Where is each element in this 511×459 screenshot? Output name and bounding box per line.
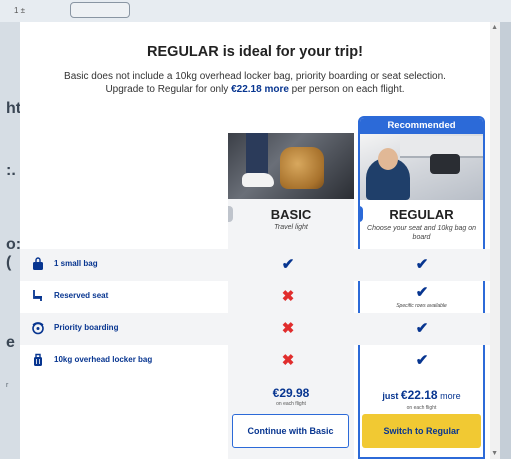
basic-price-note: on each flight bbox=[276, 401, 306, 407]
regular-price-block: just €22.18 more on each flight bbox=[358, 386, 485, 411]
background-passenger-count: 1 ± bbox=[14, 6, 26, 15]
modal-title: REGULAR is ideal for your trip! bbox=[147, 44, 363, 60]
background-left-strip: ht :. o:( e r bbox=[0, 22, 22, 459]
feature-label: 10kg overhead locker bag bbox=[54, 355, 153, 364]
photo-detail bbox=[430, 154, 460, 174]
feature-row-overhead-bag: 10kg overhead locker bag ✖ ✔ bbox=[20, 345, 490, 377]
basic-price: €29.98 bbox=[272, 386, 310, 400]
modal-scrollbar[interactable]: ▲ ▼ bbox=[490, 22, 500, 459]
background-right-strip bbox=[500, 22, 511, 459]
subtitle-text: Upgrade to Regular for only bbox=[105, 84, 232, 95]
regular-price-prefix: just bbox=[382, 391, 401, 401]
background-text-fragment: ht bbox=[6, 100, 22, 117]
photo-detail bbox=[246, 133, 268, 175]
basic-included-check-icon: ✔ bbox=[281, 256, 295, 273]
feature-label: Reserved seat bbox=[54, 291, 109, 300]
feature-row-priority-boarding: Priority boarding ✖ ✔ bbox=[20, 313, 490, 345]
basic-plan-photo bbox=[228, 133, 354, 199]
basic-not-included-cross-icon: ✖ bbox=[281, 320, 295, 337]
background-header: 1 ± bbox=[0, 0, 511, 22]
priority-boarding-icon bbox=[30, 321, 46, 337]
basic-plan-name: BASIC bbox=[270, 207, 312, 222]
regular-included-check-icon: ✔ bbox=[415, 320, 429, 337]
modal-subtitle: Basic does not include a 10kg overhead l… bbox=[40, 70, 470, 96]
basic-plan-description: Travel light bbox=[274, 224, 308, 231]
regular-included-check-icon: ✔ bbox=[415, 256, 429, 273]
photo-detail bbox=[280, 147, 324, 189]
regular-plan-description: Choose your seat and 10kg bag on board bbox=[367, 225, 476, 241]
basic-price-block: €29.98 on each flight bbox=[228, 386, 354, 407]
feature-label: 1 small bag bbox=[54, 259, 98, 268]
overhead-bag-icon bbox=[30, 353, 46, 369]
background-text-fragment: :. bbox=[6, 162, 16, 179]
photo-detail bbox=[242, 173, 274, 187]
upsell-modal: ▲ ▼ REGULAR is ideal for your trip! Basi… bbox=[20, 22, 500, 459]
background-text-fragment: e bbox=[6, 334, 15, 351]
small-bag-icon bbox=[30, 257, 46, 273]
feature-label: Priority boarding bbox=[54, 323, 119, 332]
regular-plan-name: REGULAR bbox=[389, 207, 454, 222]
seat-icon bbox=[30, 289, 46, 305]
upgrade-price: €22.18 more bbox=[231, 84, 289, 95]
continue-with-basic-button[interactable]: Continue with Basic bbox=[232, 414, 349, 448]
photo-detail bbox=[378, 148, 398, 170]
regular-price-line: just €22.18 more bbox=[358, 386, 485, 404]
switch-to-regular-button[interactable]: Switch to Regular bbox=[362, 414, 481, 448]
subtitle-line-2: Upgrade to Regular for only €22.18 more … bbox=[40, 83, 470, 96]
basic-not-included-cross-icon: ✖ bbox=[281, 288, 295, 305]
subtitle-line-1: Basic does not include a 10kg overhead l… bbox=[64, 71, 446, 82]
recommended-badge: Recommended bbox=[360, 118, 483, 134]
regular-price-suffix: more bbox=[437, 391, 461, 401]
subtitle-text: per person on each flight. bbox=[288, 84, 405, 95]
regular-included-check-icon: ✔ bbox=[415, 284, 429, 301]
feature-row-small-bag: 1 small bag ✔ ✔ bbox=[20, 249, 490, 281]
scroll-down-arrow-icon[interactable]: ▼ bbox=[491, 450, 498, 457]
regular-price-note: on each flight bbox=[406, 405, 437, 411]
feature-row-reserved-seat: Reserved seat ✖ ✔ Specific rows availabl… bbox=[20, 281, 490, 313]
background-text-fragment: r bbox=[6, 382, 9, 389]
regular-price: €22.18 bbox=[400, 388, 438, 402]
scroll-up-arrow-icon[interactable]: ▲ bbox=[491, 24, 498, 31]
regular-included-check-icon: ✔ bbox=[415, 352, 429, 369]
regular-plan-photo bbox=[360, 134, 483, 200]
reserved-seat-note: Specific rows available bbox=[396, 303, 447, 309]
background-button bbox=[70, 2, 130, 18]
basic-not-included-cross-icon: ✖ bbox=[281, 352, 295, 369]
